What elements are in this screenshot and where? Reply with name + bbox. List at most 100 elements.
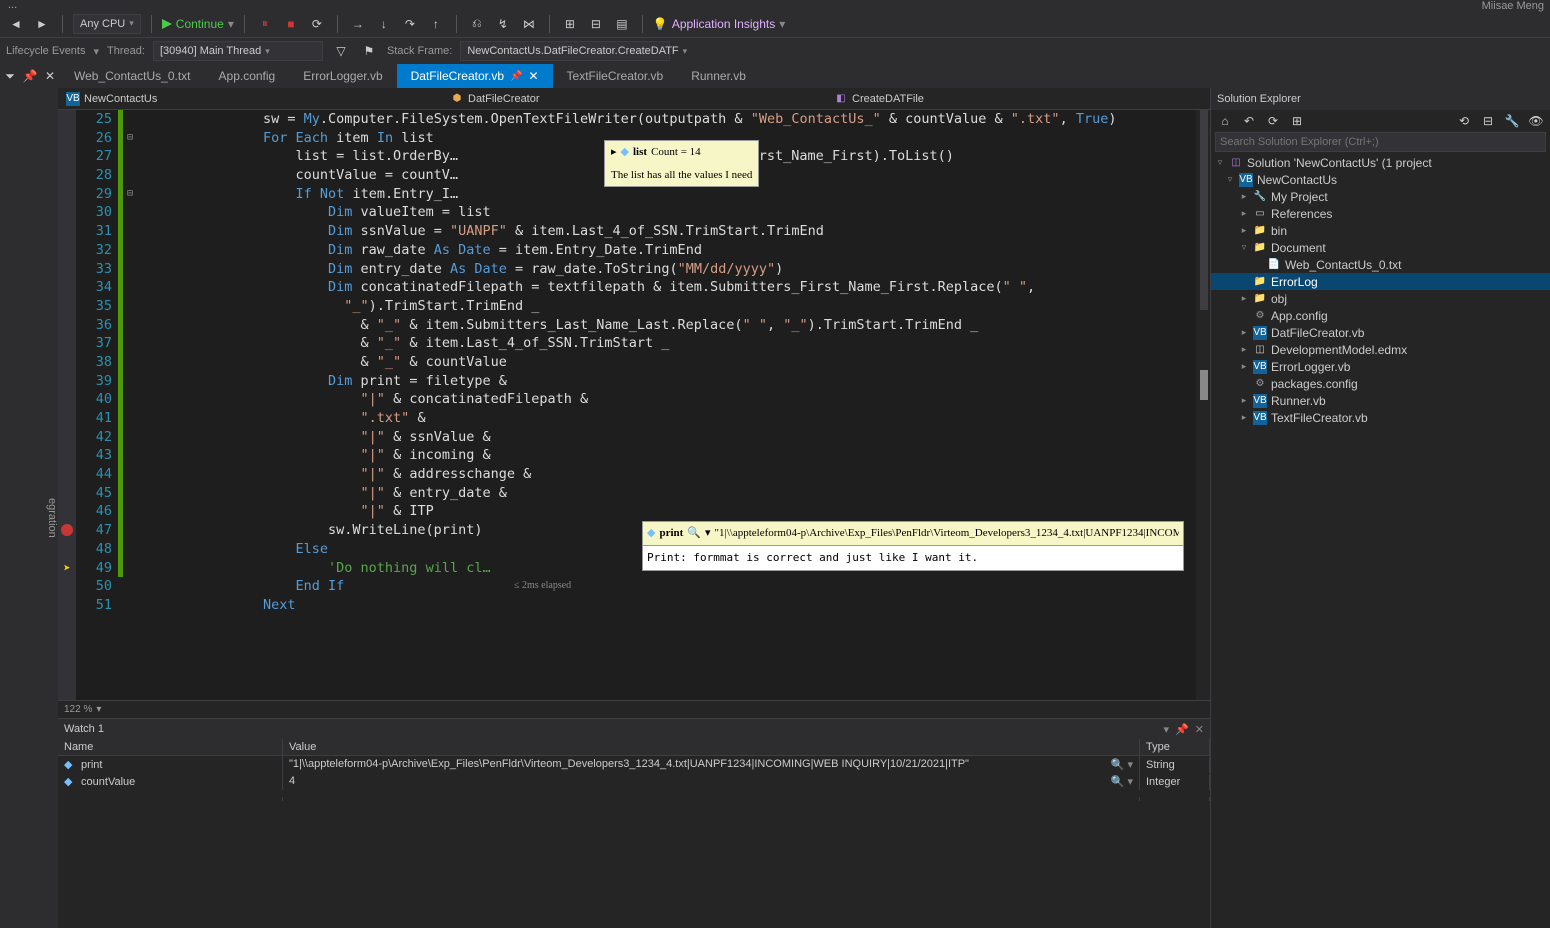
tree-node[interactable]: ▿◫ Solution 'NewContactUs' (1 project <box>1211 154 1550 171</box>
continue-button[interactable]: Continue ▾ <box>162 17 234 31</box>
dropdown-icon[interactable]: ▾ <box>1164 723 1170 736</box>
pin-icon[interactable]: 📌 <box>20 66 40 86</box>
code-editor[interactable]: ➤ 25262728293031323334353637383940414243… <box>58 110 1210 700</box>
side-tab-toolbox[interactable]: egration <box>0 88 58 928</box>
tree-twisty[interactable]: ▸ <box>1239 395 1249 406</box>
pin-icon[interactable]: 📌 <box>510 71 522 82</box>
solexp-search-input[interactable] <box>1215 132 1546 152</box>
solution-icon: ◫ <box>1229 156 1243 170</box>
glyph-margin[interactable]: ➤ <box>58 110 76 700</box>
close-icon[interactable]: ✕ <box>1195 723 1204 736</box>
tree-label: Runner.vb <box>1271 394 1326 408</box>
tool-icon[interactable]: ↯ <box>493 14 513 34</box>
visualizer-icon[interactable]: 🔍 ▾ <box>1111 758 1133 771</box>
zoom-bar[interactable]: 122 % ▾ <box>58 700 1210 718</box>
tree-twisty[interactable]: ▸ <box>1239 412 1249 423</box>
tree-node[interactable]: ▸VB DatFileCreator.vb <box>1211 324 1550 341</box>
file-tab[interactable]: Runner.vb <box>677 64 760 88</box>
tree-twisty[interactable]: ▸ <box>1239 191 1249 202</box>
back-icon[interactable]: ↶ <box>1239 111 1259 131</box>
step-out-icon[interactable]: ↑ <box>426 14 446 34</box>
nav-project[interactable]: VBNewContactUs <box>58 92 442 106</box>
perf-tip[interactable]: ≤ 2ms elapsed <box>514 577 571 596</box>
expand-icon[interactable]: ▸ <box>611 143 617 162</box>
tab-nav-icon[interactable]: ⏷ <box>0 66 20 86</box>
tool-icon[interactable]: ⊞ <box>560 14 580 34</box>
flag-icon[interactable]: ⚑ <box>359 41 379 61</box>
tool-icon[interactable]: ⎌ <box>467 14 487 34</box>
tree-node[interactable]: 📁 ErrorLog <box>1211 273 1550 290</box>
home-icon[interactable]: ⌂ <box>1215 111 1235 131</box>
showall-icon[interactable]: ⊞ <box>1287 111 1307 131</box>
tree-node[interactable]: ▸📁 obj <box>1211 290 1550 307</box>
tree-node[interactable]: ▸🔧 My Project <box>1211 188 1550 205</box>
search-icon[interactable]: 🔍 <box>687 524 701 543</box>
forward-icon[interactable]: ► <box>32 14 52 34</box>
sync-icon[interactable]: ⟳ <box>1263 111 1283 131</box>
refresh-icon[interactable]: ⟲ <box>1454 111 1474 131</box>
preview-icon[interactable]: 👁 <box>1526 111 1546 131</box>
tree-twisty[interactable]: ▸ <box>1239 293 1249 304</box>
watch-row[interactable]: ◆ countValue4🔍 ▾Integer <box>58 773 1210 790</box>
tree-node[interactable]: ▿📁 Document <box>1211 239 1550 256</box>
step-into-icon[interactable]: ↓ <box>374 14 394 34</box>
watch-empty-row[interactable] <box>58 790 1210 807</box>
tool-icon[interactable]: ⋈ <box>519 14 539 34</box>
method-icon: ◧ <box>834 92 848 106</box>
stop-icon[interactable]: ■ <box>281 14 301 34</box>
file-tab[interactable]: App.config <box>205 64 290 88</box>
stackframe-combo[interactable]: NewContactUs.DatFileCreator.CreateDATF▾ <box>460 41 670 61</box>
watch-row[interactable]: ◆ print"1|\\appteleform04-p\Archive\Exp_… <box>58 756 1210 773</box>
tree-node[interactable]: ⚙ App.config <box>1211 307 1550 324</box>
tree-node[interactable]: 📄 Web_ContactUs_0.txt <box>1211 256 1550 273</box>
code-lines[interactable]: ▸◆ list Count = 14 The list has all the … <box>137 110 1196 700</box>
file-tab[interactable]: DatFileCreator.vb📌✕ <box>397 64 553 88</box>
tool-icon[interactable]: ▤ <box>612 14 632 34</box>
tree-node[interactable]: ▸VB TextFileCreator.vb <box>1211 409 1550 426</box>
tree-twisty[interactable]: ▿ <box>1239 242 1249 253</box>
menu-item[interactable]: ... <box>8 0 17 11</box>
pin-icon[interactable]: 📌 <box>1175 723 1189 736</box>
tree-node[interactable]: ▸📁 bin <box>1211 222 1550 239</box>
tree-twisty[interactable]: ▿ <box>1225 174 1235 185</box>
restart-icon[interactable]: ⟳ <box>307 14 327 34</box>
tree-node[interactable]: ▿VB NewContactUs <box>1211 171 1550 188</box>
breakpoint-icon[interactable] <box>61 524 73 536</box>
nav-method[interactable]: ◧CreateDATFile <box>826 92 1210 106</box>
overview-ruler[interactable] <box>1196 110 1210 700</box>
filter-icon[interactable]: ▽ <box>331 41 351 61</box>
tree-twisty[interactable]: ▸ <box>1239 225 1249 236</box>
show-next-icon[interactable]: → <box>348 14 368 34</box>
collapse-icon[interactable]: ⊟ <box>1478 111 1498 131</box>
tree-twisty[interactable]: ▸ <box>1239 344 1249 355</box>
pause-icon[interactable]: ⏸ <box>255 14 275 34</box>
tree-twisty[interactable]: ▸ <box>1239 208 1249 219</box>
datatip-print[interactable]: ◆ print 🔍 ▾ "1|\\appteleform04-p\Archive… <box>642 521 1184 571</box>
close-icon[interactable]: ✕ <box>528 69 538 83</box>
close-icon[interactable]: ✕ <box>40 66 60 86</box>
file-tab[interactable]: ErrorLogger.vb <box>289 64 396 88</box>
step-over-icon[interactable]: ↷ <box>400 14 420 34</box>
tree-node[interactable]: ▸◫ DevelopmentModel.edmx <box>1211 341 1550 358</box>
tree-node[interactable]: ▸VB Runner.vb <box>1211 392 1550 409</box>
properties-icon[interactable]: 🔧 <box>1502 111 1522 131</box>
datatip-note-input[interactable]: Print: formmat is correct and just like … <box>642 546 1184 572</box>
file-tab[interactable]: Web_ContactUs_0.txt <box>60 64 205 88</box>
tree-twisty[interactable]: ▿ <box>1215 157 1225 168</box>
file-tab[interactable]: TextFileCreator.vb <box>553 64 678 88</box>
nav-class[interactable]: ⬢DatFileCreator <box>442 92 826 106</box>
visualizer-icon[interactable]: 🔍 ▾ <box>1111 775 1133 788</box>
solution-tree[interactable]: ▿◫ Solution 'NewContactUs' (1 project▿VB… <box>1211 154 1550 928</box>
cpu-config-combo[interactable]: Any CPU▾ <box>73 14 141 34</box>
tree-twisty[interactable]: ▸ <box>1239 327 1249 338</box>
tree-node[interactable]: ⚙ packages.config <box>1211 375 1550 392</box>
back-icon[interactable]: ◄ <box>6 14 26 34</box>
app-insights-button[interactable]: 💡 Application Insights ▾ <box>653 17 785 31</box>
fold-gutter[interactable]: ⊟⊟ <box>123 110 137 700</box>
tree-twisty[interactable]: ▸ <box>1239 361 1249 372</box>
tree-node[interactable]: ▸▭ References <box>1211 205 1550 222</box>
tree-node[interactable]: ▸VB ErrorLogger.vb <box>1211 358 1550 375</box>
tool-icon[interactable]: ⊟ <box>586 14 606 34</box>
thread-combo[interactable]: [30940] Main Thread▾ <box>153 41 323 61</box>
datatip-list[interactable]: ▸◆ list Count = 14 The list has all the … <box>604 140 759 187</box>
